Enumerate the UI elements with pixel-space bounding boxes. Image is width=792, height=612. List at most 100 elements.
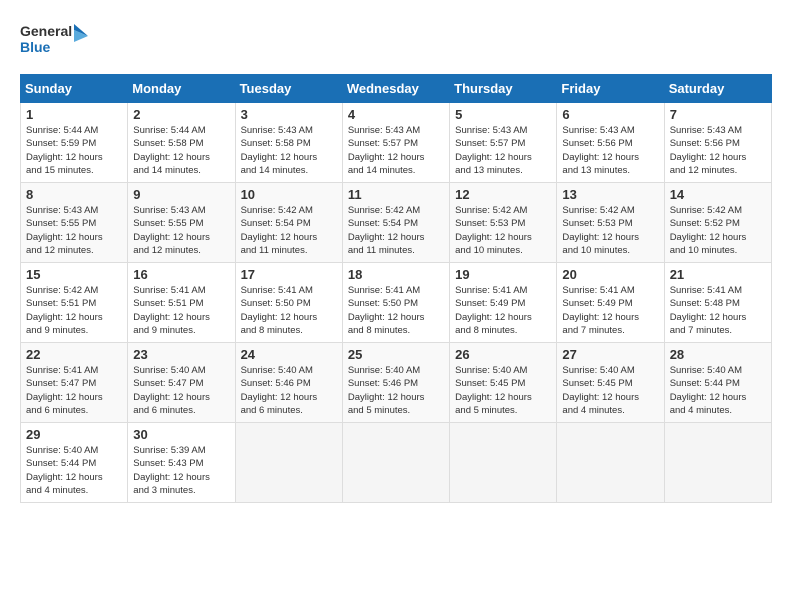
calendar-cell (235, 423, 342, 503)
day-info: Sunrise: 5:43 AM Sunset: 5:57 PM Dayligh… (455, 124, 551, 177)
svg-text:Blue: Blue (20, 39, 51, 55)
day-info: Sunrise: 5:43 AM Sunset: 5:55 PM Dayligh… (26, 204, 122, 257)
calendar-cell: 11 Sunrise: 5:42 AM Sunset: 5:54 PM Dayli… (342, 183, 449, 263)
day-info: Sunrise: 5:43 AM Sunset: 5:56 PM Dayligh… (670, 124, 766, 177)
calendar-cell: 5 Sunrise: 5:43 AM Sunset: 5:57 PM Daylig… (450, 103, 557, 183)
day-info: Sunrise: 5:42 AM Sunset: 5:53 PM Dayligh… (455, 204, 551, 257)
svg-text:General: General (20, 23, 72, 39)
day-number: 16 (133, 267, 229, 282)
day-number: 7 (670, 107, 766, 122)
calendar-cell: 29 Sunrise: 5:40 AM Sunset: 5:44 PM Dayli… (21, 423, 128, 503)
calendar-cell: 9 Sunrise: 5:43 AM Sunset: 5:55 PM Daylig… (128, 183, 235, 263)
day-number: 15 (26, 267, 122, 282)
day-info: Sunrise: 5:43 AM Sunset: 5:55 PM Dayligh… (133, 204, 229, 257)
day-info: Sunrise: 5:41 AM Sunset: 5:49 PM Dayligh… (562, 284, 658, 337)
week-row-1: 1 Sunrise: 5:44 AM Sunset: 5:59 PM Daylig… (21, 103, 772, 183)
day-info: Sunrise: 5:42 AM Sunset: 5:52 PM Dayligh… (670, 204, 766, 257)
calendar-cell: 7 Sunrise: 5:43 AM Sunset: 5:56 PM Daylig… (664, 103, 771, 183)
day-number: 20 (562, 267, 658, 282)
calendar-cell: 12Sunrise: 5:42 AM Sunset: 5:53 PM Dayli… (450, 183, 557, 263)
calendar-cell: 15 Sunrise: 5:42 AM Sunset: 5:51 PM Dayli… (21, 263, 128, 343)
day-info: Sunrise: 5:39 AM Sunset: 5:43 PM Dayligh… (133, 444, 229, 497)
day-info: Sunrise: 5:41 AM Sunset: 5:49 PM Dayligh… (455, 284, 551, 337)
page-header: GeneralBlue (20, 20, 772, 64)
calendar-cell: 14 Sunrise: 5:42 AM Sunset: 5:52 PM Dayli… (664, 183, 771, 263)
week-row-2: 8Sunrise: 5:43 AM Sunset: 5:55 PM Daylig… (21, 183, 772, 263)
calendar-cell: 19 Sunrise: 5:41 AM Sunset: 5:49 PM Dayli… (450, 263, 557, 343)
day-number: 9 (133, 187, 229, 202)
day-number: 17 (241, 267, 337, 282)
day-number: 19 (455, 267, 551, 282)
day-info: Sunrise: 5:41 AM Sunset: 5:50 PM Dayligh… (348, 284, 444, 337)
day-info: Sunrise: 5:40 AM Sunset: 5:45 PM Dayligh… (455, 364, 551, 417)
calendar-cell: 8Sunrise: 5:43 AM Sunset: 5:55 PM Daylig… (21, 183, 128, 263)
day-number: 22 (26, 347, 122, 362)
calendar-cell: 1 Sunrise: 5:44 AM Sunset: 5:59 PM Daylig… (21, 103, 128, 183)
day-info: Sunrise: 5:42 AM Sunset: 5:54 PM Dayligh… (348, 204, 444, 257)
day-number: 27 (562, 347, 658, 362)
day-info: Sunrise: 5:42 AM Sunset: 5:51 PM Dayligh… (26, 284, 122, 337)
day-number: 10 (241, 187, 337, 202)
week-row-4: 22 Sunrise: 5:41 AM Sunset: 5:47 PM Dayli… (21, 343, 772, 423)
col-header-saturday: Saturday (664, 75, 771, 103)
day-number: 13 (562, 187, 658, 202)
day-number: 5 (455, 107, 551, 122)
day-number: 14 (670, 187, 766, 202)
day-info: Sunrise: 5:42 AM Sunset: 5:54 PM Dayligh… (241, 204, 337, 257)
logo: GeneralBlue (20, 20, 90, 64)
calendar-cell (450, 423, 557, 503)
calendar-cell: 24Sunrise: 5:40 AM Sunset: 5:46 PM Dayli… (235, 343, 342, 423)
day-info: Sunrise: 5:40 AM Sunset: 5:46 PM Dayligh… (348, 364, 444, 417)
day-info: Sunrise: 5:43 AM Sunset: 5:57 PM Dayligh… (348, 124, 444, 177)
calendar-cell (557, 423, 664, 503)
day-info: Sunrise: 5:40 AM Sunset: 5:47 PM Dayligh… (133, 364, 229, 417)
calendar-cell: 17 Sunrise: 5:41 AM Sunset: 5:50 PM Dayli… (235, 263, 342, 343)
calendar-cell: 21Sunrise: 5:41 AM Sunset: 5:48 PM Dayli… (664, 263, 771, 343)
calendar-cell: 30 Sunrise: 5:39 AM Sunset: 5:43 PM Dayli… (128, 423, 235, 503)
day-info: Sunrise: 5:40 AM Sunset: 5:44 PM Dayligh… (26, 444, 122, 497)
week-row-5: 29 Sunrise: 5:40 AM Sunset: 5:44 PM Dayli… (21, 423, 772, 503)
calendar-cell: 3Sunrise: 5:43 AM Sunset: 5:58 PM Daylig… (235, 103, 342, 183)
day-number: 11 (348, 187, 444, 202)
day-info: Sunrise: 5:40 AM Sunset: 5:44 PM Dayligh… (670, 364, 766, 417)
day-number: 1 (26, 107, 122, 122)
day-number: 26 (455, 347, 551, 362)
day-number: 28 (670, 347, 766, 362)
calendar-cell: 22 Sunrise: 5:41 AM Sunset: 5:47 PM Dayli… (21, 343, 128, 423)
day-info: Sunrise: 5:41 AM Sunset: 5:48 PM Dayligh… (670, 284, 766, 337)
calendar-cell: 26 Sunrise: 5:40 AM Sunset: 5:45 PM Dayli… (450, 343, 557, 423)
calendar-cell (664, 423, 771, 503)
day-info: Sunrise: 5:41 AM Sunset: 5:47 PM Dayligh… (26, 364, 122, 417)
day-info: Sunrise: 5:41 AM Sunset: 5:50 PM Dayligh… (241, 284, 337, 337)
calendar-cell: 6 Sunrise: 5:43 AM Sunset: 5:56 PM Daylig… (557, 103, 664, 183)
col-header-thursday: Thursday (450, 75, 557, 103)
calendar-cell (342, 423, 449, 503)
day-info: Sunrise: 5:44 AM Sunset: 5:59 PM Dayligh… (26, 124, 122, 177)
col-header-sunday: Sunday (21, 75, 128, 103)
day-info: Sunrise: 5:44 AM Sunset: 5:58 PM Dayligh… (133, 124, 229, 177)
calendar-cell: 18Sunrise: 5:41 AM Sunset: 5:50 PM Dayli… (342, 263, 449, 343)
calendar-cell: 16 Sunrise: 5:41 AM Sunset: 5:51 PM Dayli… (128, 263, 235, 343)
calendar-cell: 28 Sunrise: 5:40 AM Sunset: 5:44 PM Dayli… (664, 343, 771, 423)
day-number: 6 (562, 107, 658, 122)
day-number: 24 (241, 347, 337, 362)
day-info: Sunrise: 5:43 AM Sunset: 5:56 PM Dayligh… (562, 124, 658, 177)
calendar-cell: 10 Sunrise: 5:42 AM Sunset: 5:54 PM Dayli… (235, 183, 342, 263)
calendar-cell: 20 Sunrise: 5:41 AM Sunset: 5:49 PM Dayli… (557, 263, 664, 343)
calendar-cell: 2 Sunrise: 5:44 AM Sunset: 5:58 PM Daylig… (128, 103, 235, 183)
day-number: 3 (241, 107, 337, 122)
calendar-table: SundayMondayTuesdayWednesdayThursdayFrid… (20, 74, 772, 503)
calendar-cell: 4 Sunrise: 5:43 AM Sunset: 5:57 PM Daylig… (342, 103, 449, 183)
calendar-cell: 23Sunrise: 5:40 AM Sunset: 5:47 PM Dayli… (128, 343, 235, 423)
day-number: 4 (348, 107, 444, 122)
day-info: Sunrise: 5:41 AM Sunset: 5:51 PM Dayligh… (133, 284, 229, 337)
day-number: 29 (26, 427, 122, 442)
day-number: 25 (348, 347, 444, 362)
day-number: 30 (133, 427, 229, 442)
day-info: Sunrise: 5:42 AM Sunset: 5:53 PM Dayligh… (562, 204, 658, 257)
week-row-3: 15 Sunrise: 5:42 AM Sunset: 5:51 PM Dayli… (21, 263, 772, 343)
col-header-friday: Friday (557, 75, 664, 103)
day-number: 2 (133, 107, 229, 122)
calendar-header-row: SundayMondayTuesdayWednesdayThursdayFrid… (21, 75, 772, 103)
col-header-monday: Monday (128, 75, 235, 103)
